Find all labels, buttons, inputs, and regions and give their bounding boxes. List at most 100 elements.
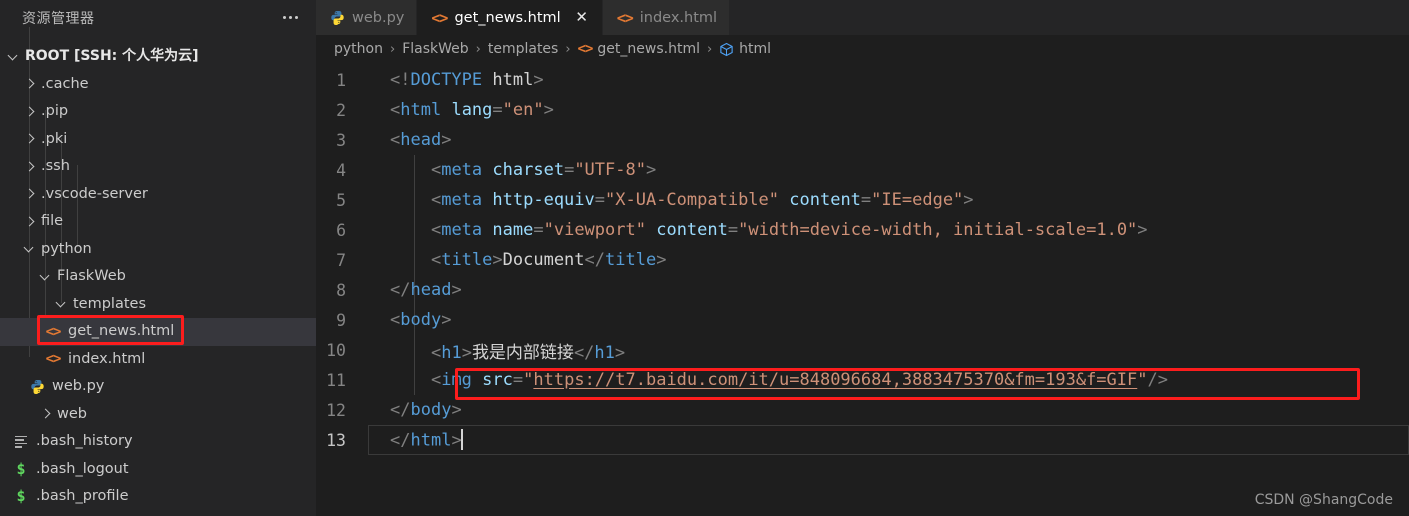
tree-item-label: .vscode-server bbox=[41, 185, 148, 202]
tree-item-ssh[interactable]: .ssh bbox=[0, 153, 316, 181]
html-file-icon: <> bbox=[431, 8, 448, 27]
code-line: 5 <meta http-equiv="X-UA-Compatible" con… bbox=[316, 185, 1409, 215]
line-number: 8 bbox=[336, 280, 346, 300]
lines-file-icon bbox=[12, 435, 30, 448]
line-number: 13 bbox=[326, 430, 346, 450]
ellipsis-icon[interactable] bbox=[279, 12, 302, 23]
line-number: 7 bbox=[336, 250, 346, 270]
line-content: <head> bbox=[390, 130, 452, 150]
tree-item-flaskweb[interactable]: FlaskWeb bbox=[0, 263, 316, 291]
chevron-right-icon[interactable] bbox=[22, 131, 38, 147]
code-editor[interactable]: 1 <!DOCTYPE html> 2 <html lang="en"> 3 <… bbox=[316, 63, 1409, 516]
breadcrumb-label: get_news.html bbox=[597, 41, 700, 57]
shell-file-icon: $ bbox=[16, 487, 26, 506]
line-number: 11 bbox=[326, 370, 346, 390]
tree-item-web[interactable]: web bbox=[0, 401, 316, 429]
tree-item-bash-logout[interactable]: $ .bash_logout bbox=[0, 456, 316, 484]
tree-item-vscode-server[interactable]: .vscode-server bbox=[0, 181, 316, 209]
tree-item-label: ROOT [SSH: 个人华为云] bbox=[25, 48, 199, 64]
html-file-icon: <> bbox=[577, 41, 594, 57]
breadcrumb-item-flaskweb[interactable]: FlaskWeb bbox=[402, 41, 468, 57]
tree-item-get-news-html[interactable]: <> get_news.html bbox=[0, 318, 316, 346]
tree-item-python[interactable]: python bbox=[0, 236, 316, 264]
line-content: <img src="https://t7.baidu.com/it/u=8480… bbox=[430, 370, 1168, 390]
watermark: CSDN @ShangCode bbox=[1254, 492, 1393, 508]
tab-index-html[interactable]: <> index.html bbox=[602, 0, 731, 35]
text-cursor bbox=[460, 428, 463, 450]
code-line: 1 <!DOCTYPE html> bbox=[316, 65, 1409, 95]
breadcrumb-label: FlaskWeb bbox=[402, 41, 469, 57]
line-content: <meta charset="UTF-8"> bbox=[430, 160, 657, 180]
tab-get-news-html[interactable]: <> get_news.html ✕ bbox=[417, 0, 603, 35]
tree-item-label: .cache bbox=[41, 75, 89, 92]
tree-item-web-py[interactable]: web.py bbox=[0, 373, 316, 401]
editor-area: web.py <> get_news.html ✕ <> index.html … bbox=[316, 0, 1409, 516]
image-url-link[interactable]: https://t7.baidu.com/it/u=848096684,3883… bbox=[533, 370, 1137, 390]
line-content: </head> bbox=[390, 280, 462, 300]
line-content: </html> bbox=[390, 428, 463, 450]
chevron-down-icon[interactable] bbox=[54, 296, 70, 312]
tree-item-label: FlaskWeb bbox=[57, 268, 126, 284]
code-line: 2 <html lang="en"> bbox=[316, 95, 1409, 125]
code-line: 6 <meta name="viewport" content="width=d… bbox=[316, 215, 1409, 245]
breadcrumb-label: html bbox=[739, 41, 772, 57]
tree-item-cache[interactable]: .cache bbox=[0, 71, 316, 99]
tab-label: get_news.html bbox=[454, 9, 561, 26]
line-content: <meta name="viewport" content="width=dev… bbox=[430, 220, 1148, 240]
line-number: 1 bbox=[336, 70, 346, 90]
tree-item-label: python bbox=[41, 240, 92, 257]
chevron-right-icon: › bbox=[706, 41, 713, 57]
tree-item-pip[interactable]: .pip bbox=[0, 98, 316, 126]
code-line: 3 <head> bbox=[316, 125, 1409, 155]
tree-item-label: .ssh bbox=[41, 158, 70, 174]
line-number: 3 bbox=[336, 130, 346, 150]
tree-item-index-html[interactable]: <> index.html bbox=[0, 346, 316, 374]
tree-item-label: templates bbox=[73, 295, 147, 312]
chevron-right-icon[interactable] bbox=[38, 406, 54, 422]
tree-item-root[interactable]: ROOT [SSH: 个人华为云] bbox=[0, 43, 316, 71]
tree-item-label: index.html bbox=[68, 350, 146, 367]
file-tree: ROOT [SSH: 个人华为云] .cache .pip .pki .ssh bbox=[0, 27, 316, 511]
code-line: 12 </body> bbox=[316, 395, 1409, 425]
code-line: 9 <body> bbox=[316, 305, 1409, 335]
vscode-window: 资源管理器 ROOT [SSH: 个人华为云] .cache .pip .pki… bbox=[0, 0, 1409, 516]
tree-item-templates[interactable]: templates bbox=[0, 291, 316, 319]
chevron-right-icon[interactable] bbox=[22, 159, 38, 175]
breadcrumb: python › FlaskWeb › templates › <> get_n… bbox=[316, 35, 1409, 63]
tree-item-bash-history[interactable]: .bash_history bbox=[0, 428, 316, 456]
chevron-right-icon[interactable] bbox=[22, 104, 38, 120]
explorer-sidebar: 资源管理器 ROOT [SSH: 个人华为云] .cache .pip .pki… bbox=[0, 0, 316, 516]
close-icon[interactable]: ✕ bbox=[574, 10, 590, 25]
line-number: 2 bbox=[336, 100, 346, 120]
code-line: 4 <meta charset="UTF-8"> bbox=[316, 155, 1409, 185]
symbol-html-icon bbox=[719, 42, 734, 57]
breadcrumb-item-html-symbol[interactable]: html bbox=[719, 41, 771, 57]
tree-item-label: .bash_logout bbox=[36, 460, 129, 477]
code-line: 10 <h1>我是内部链接</h1> bbox=[316, 335, 1409, 365]
code-line: 8 </head> bbox=[316, 275, 1409, 305]
chevron-down-icon[interactable] bbox=[6, 49, 22, 65]
chevron-right-icon[interactable] bbox=[22, 186, 38, 202]
breadcrumb-item-python[interactable]: python bbox=[334, 41, 383, 57]
line-number: 10 bbox=[326, 340, 346, 360]
chevron-down-icon[interactable] bbox=[22, 241, 38, 257]
code-line: 7 <title>Document</title> bbox=[316, 245, 1409, 275]
line-number: 6 bbox=[336, 220, 346, 240]
code-line-img: 11 <img src="https://t7.baidu.com/it/u=8… bbox=[316, 365, 1409, 395]
tree-item-bash-profile[interactable]: $ .bash_profile bbox=[0, 483, 316, 511]
chevron-right-icon[interactable] bbox=[22, 214, 38, 230]
chevron-down-icon[interactable] bbox=[38, 269, 54, 285]
python-file-icon bbox=[28, 379, 46, 395]
tree-item-pki[interactable]: .pki bbox=[0, 126, 316, 154]
breadcrumb-item-templates[interactable]: templates bbox=[488, 41, 559, 57]
tab-web-py[interactable]: web.py bbox=[316, 0, 418, 35]
h1-text: 我是内部链接 bbox=[471, 342, 574, 363]
html-file-icon: <> bbox=[45, 323, 62, 340]
tree-item-label: .bash_history bbox=[36, 433, 133, 449]
tree-item-file[interactable]: file bbox=[0, 208, 316, 236]
breadcrumb-item-get-news-html[interactable]: <> get_news.html bbox=[578, 41, 700, 57]
tree-item-label: web.py bbox=[52, 378, 105, 394]
line-content: <body> bbox=[390, 310, 452, 330]
line-number: 9 bbox=[336, 310, 346, 330]
chevron-right-icon[interactable] bbox=[22, 76, 38, 92]
